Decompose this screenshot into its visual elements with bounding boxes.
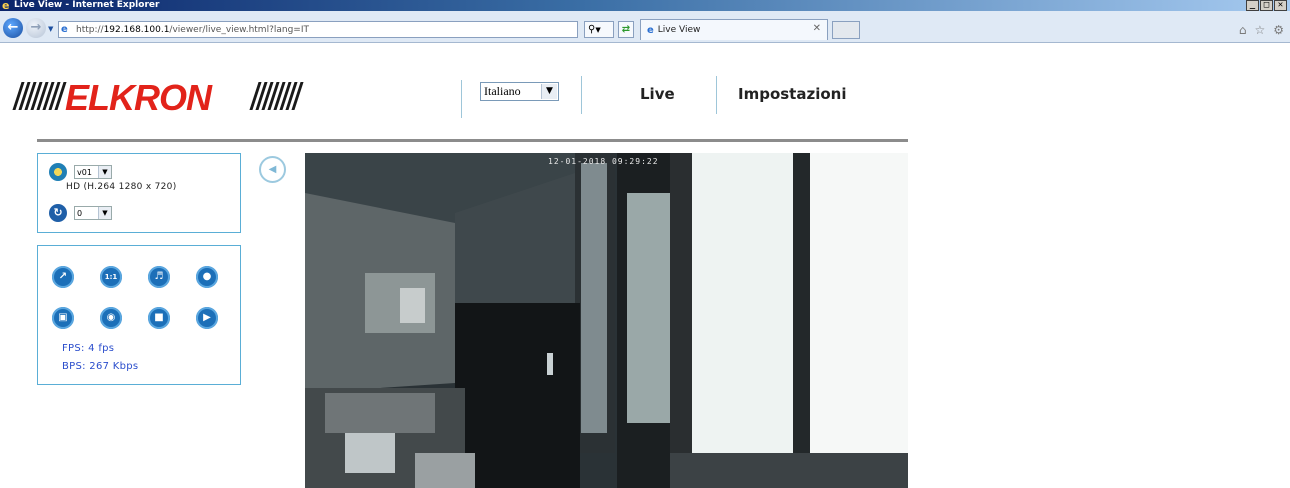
tab-page-icon: e [647,24,654,36]
stream-panel: v01 ▼ HD (H.264 1280 x 720) ↻ 0 ▼ [37,153,241,233]
collapse-panel-button[interactable]: ◀ [259,156,286,183]
stream-info: HD (H.264 1280 x 720) [66,182,177,192]
stream-select[interactable]: v01 ▼ [74,165,112,179]
nav-live[interactable]: Live [640,85,675,103]
back-button[interactable]: ← [3,18,23,38]
control-panel: ↗ 1:1 ♬ ● ▣ ◉ ■ ▶ FPS: 4 fps BPS: 267 Kb… [37,245,241,385]
actual-size-icon[interactable]: 1:1 [100,266,122,288]
search-dropdown-icon: ▼ [595,26,601,34]
url-prefix: http:// [76,24,104,35]
nav-settings[interactable]: Impostazioni [738,85,846,103]
folder-icon[interactable]: ■ [148,307,170,329]
history-dropdown-icon[interactable]: ▼ [48,25,53,33]
camera-frame [305,153,908,488]
playback-icon[interactable]: ▶ [196,307,218,329]
elkron-logo: ELKRON [12,77,304,118]
refresh-button[interactable]: ⇄ [618,21,634,38]
chevron-down-icon: ▼ [98,207,111,219]
chevron-down-icon: ▼ [98,166,111,178]
stream-select-value: v01 [77,167,92,177]
page-icon: e [61,24,68,35]
favorites-icon[interactable]: ☆ [1254,23,1265,37]
language-select[interactable]: Italiano ▼ [480,82,559,101]
window-title-bar: e Live View - Internet Explorer _ □ ✕ [0,0,1290,11]
audio-icon[interactable]: ♬ [148,266,170,288]
talk-icon[interactable]: ● [196,266,218,288]
minimize-button[interactable]: _ [1246,0,1259,11]
address-bar[interactable]: e http://192.168.100.1/viewer/live_view.… [58,21,578,38]
new-tab-button[interactable] [832,21,860,39]
settings-icon[interactable]: ⚙ [1273,23,1284,37]
record-icon[interactable]: ◉ [100,307,122,329]
rotate-icon: ↻ [49,204,67,222]
browser-tab[interactable]: e Live View ✕ [640,19,828,40]
snapshot-icon[interactable]: ▣ [52,307,74,329]
address-url[interactable]: http://192.168.100.1/viewer/live_view.ht… [76,25,309,35]
logo-text: ELKRON [65,77,212,118]
url-path: /viewer/live_view.html?lang=IT [169,24,309,35]
video-timestamp: 12-01-2018 09:29:22 [548,157,659,166]
refresh-icon: ⇄ [621,24,631,35]
maximize-button[interactable]: □ [1260,0,1273,11]
header-divider [716,76,717,114]
tab-close-icon[interactable]: ✕ [813,23,821,34]
header-divider [461,80,462,118]
header-divider [581,76,582,114]
search-button[interactable]: ⚲▼ [584,21,614,38]
live-video[interactable]: 12-01-2018 09:29:22 [305,153,908,488]
fullscreen-icon[interactable]: ↗ [52,266,74,288]
stream-icon [49,163,67,181]
language-selected: Italiano [484,84,521,98]
tab-title: Live View [657,25,701,35]
url-host: 192.168.100.1 [103,24,170,35]
home-icon[interactable]: ⌂ [1239,23,1247,37]
bps-label: BPS: 267 Kbps [62,361,139,372]
fps-label: FPS: 4 fps [62,343,115,354]
browser-tools: ⌂ ☆ ⚙ [1239,23,1284,37]
chevron-left-icon: ◀ [268,164,277,175]
logo-stripes [12,82,67,110]
rotation-select[interactable]: 0 ▼ [74,206,112,220]
header-rule [37,139,908,142]
close-window-button[interactable]: ✕ [1274,0,1287,11]
ie-logo-icon: e [2,0,10,12]
chevron-down-icon: ▼ [541,84,557,99]
forward-button[interactable]: → [26,18,46,38]
logo-stripes-right [249,82,304,110]
rotation-select-value: 0 [77,208,83,218]
window-title: Live View - Internet Explorer [14,0,160,10]
window-controls: _ □ ✕ [1246,0,1287,11]
